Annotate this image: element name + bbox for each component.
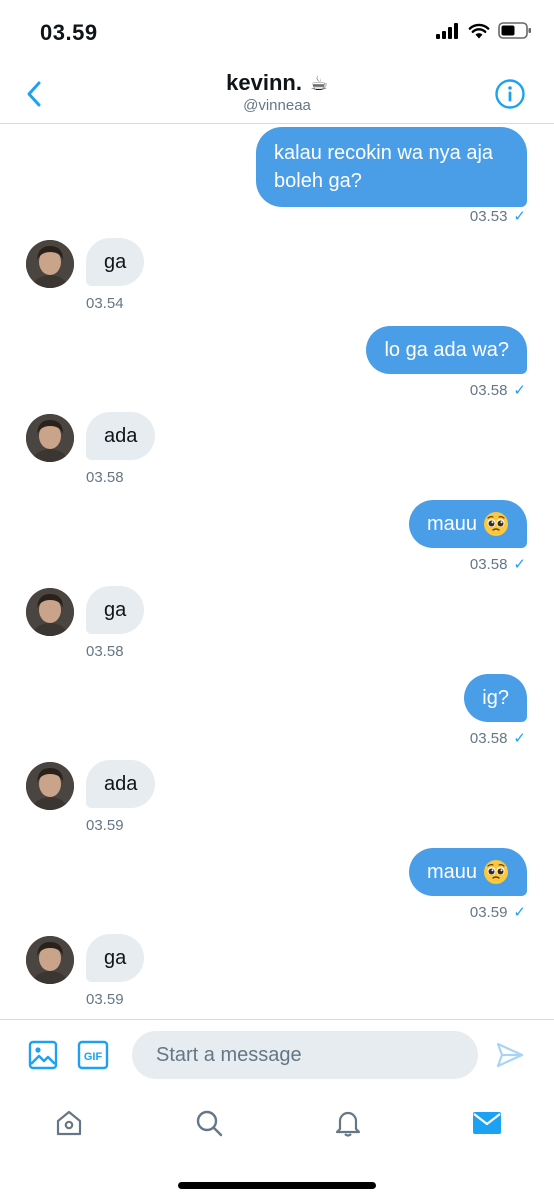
mail-icon (473, 1112, 501, 1134)
gif-label: GIF (84, 1051, 103, 1063)
avatar-photo (26, 936, 74, 984)
message-text: ada (104, 425, 138, 447)
home-icon (56, 1110, 82, 1136)
read-check-icon: ✓ (513, 730, 526, 747)
message-bubble-outgoing[interactable]: lo ga ada wa? (366, 326, 527, 374)
pleading-face-icon (484, 860, 508, 884)
message-bubble-outgoing[interactable]: mauu (408, 500, 527, 548)
message-bubble-outgoing[interactable]: mauu (408, 848, 527, 896)
read-check-icon: ✓ (513, 208, 526, 225)
message-bubble-incoming[interactable]: ga (86, 934, 145, 982)
tab-home[interactable] (49, 1103, 89, 1143)
conversation-title[interactable]: kevinn. ☕ @vinneaa (0, 70, 554, 114)
message-timestamp: 03.54 (86, 295, 124, 312)
contact-handle: @vinneaa (243, 97, 311, 114)
message-list[interactable]: kalau recokin wa nya aja boleh ga? 03.53… (0, 124, 554, 1020)
message-text: lo ga ada wa? (384, 339, 509, 361)
cellular-signal-icon (436, 22, 458, 39)
message-text: ig? (482, 687, 509, 709)
message-timestamp: 03.58 ✓ (469, 381, 526, 400)
message-text: ga (104, 947, 127, 969)
wifi-icon (468, 23, 490, 38)
send-icon (496, 1042, 524, 1068)
status-bar: 03.59 (0, 0, 554, 66)
search-icon (196, 1110, 223, 1137)
read-check-icon: ✓ (513, 904, 526, 921)
message-bubble-incoming[interactable]: ada (86, 412, 156, 460)
message-text: mauu (426, 513, 477, 535)
contact-name: kevinn. (226, 70, 302, 95)
info-button[interactable] (494, 78, 526, 110)
tab-notifications[interactable] (328, 1103, 368, 1143)
coffee-emoji: ☕ (309, 72, 328, 95)
message-timestamp: 03.59 (86, 817, 124, 834)
message-composer: GIF (0, 1019, 554, 1091)
message-timestamp: 03.53 ✓ (469, 207, 526, 226)
bell-icon (335, 1111, 361, 1137)
avatar-photo (26, 588, 74, 636)
info-icon (495, 79, 525, 109)
message-bubble-incoming[interactable]: ada (86, 760, 156, 808)
message-timestamp: 03.58 ✓ (469, 555, 526, 574)
avatar[interactable] (26, 936, 74, 984)
avatar[interactable] (26, 588, 74, 636)
add-image-button[interactable] (26, 1038, 60, 1072)
message-timestamp: 03.59 (86, 991, 124, 1008)
message-timestamp: 03.58 (86, 469, 124, 486)
avatar[interactable] (26, 240, 74, 288)
message-bubble-outgoing[interactable]: kalau recokin wa nya aja boleh ga? (256, 127, 527, 207)
tab-search[interactable] (189, 1103, 229, 1143)
message-bubble-incoming[interactable]: ga (86, 238, 145, 286)
tab-messages[interactable] (467, 1103, 507, 1143)
message-timestamp: 03.58 ✓ (469, 729, 526, 748)
message-text: kalau recokin wa nya aja boleh ga? (274, 142, 494, 192)
avatar-photo (26, 762, 74, 810)
battery-icon (498, 22, 531, 39)
avatar[interactable] (26, 414, 74, 462)
status-time: 03.59 (40, 20, 98, 45)
message-text: ada (104, 773, 138, 795)
read-check-icon: ✓ (513, 556, 526, 573)
message-bubble-outgoing[interactable]: ig? (464, 674, 527, 722)
avatar-photo (26, 240, 74, 288)
avatar[interactable] (26, 762, 74, 810)
message-text: mauu (426, 861, 477, 883)
image-icon (28, 1040, 58, 1070)
conversation-header: kevinn. ☕ @vinneaa (0, 66, 554, 124)
gif-button[interactable]: GIF (76, 1038, 110, 1072)
pleading-face-icon (484, 512, 508, 536)
message-bubble-incoming[interactable]: ga (86, 586, 145, 634)
message-timestamp: 03.58 (86, 643, 124, 660)
message-text: ga (104, 251, 127, 273)
message-input[interactable] (132, 1031, 478, 1079)
status-icons (436, 22, 532, 39)
message-text: ga (104, 599, 127, 621)
gif-icon: GIF (77, 1040, 109, 1070)
send-button[interactable] (493, 1038, 527, 1072)
home-indicator[interactable] (178, 1182, 376, 1189)
message-timestamp: 03.59 ✓ (469, 903, 526, 922)
read-check-icon: ✓ (513, 382, 526, 399)
avatar-photo (26, 414, 74, 462)
